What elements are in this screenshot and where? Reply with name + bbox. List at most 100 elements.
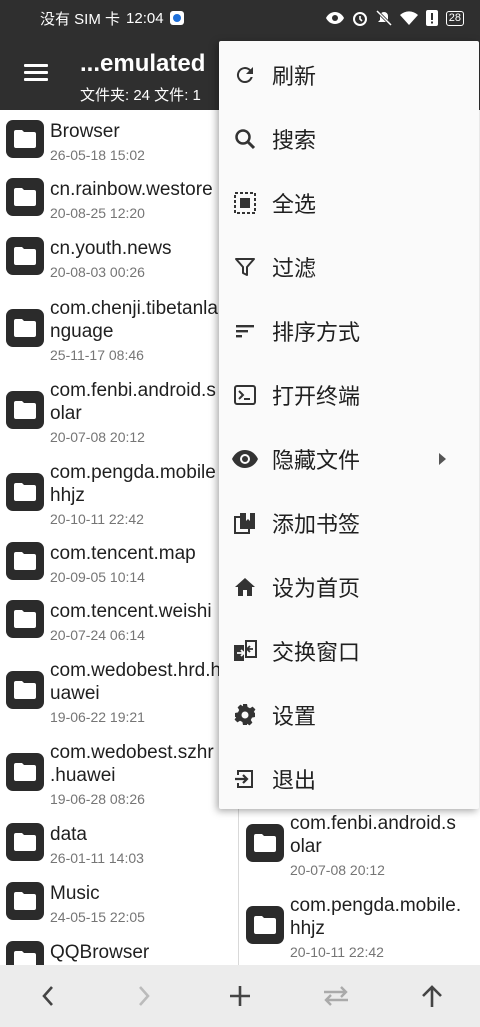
folder-icon (6, 542, 44, 580)
folder-count: 文件夹: 24 文件: 1 (80, 87, 201, 104)
menu-item-exit[interactable]: 退出 (219, 747, 479, 811)
menu-item-swap-window[interactable]: 交换窗口 (219, 619, 479, 683)
mute-status-icon (375, 10, 392, 26)
list-item[interactable]: QQBrowser (0, 941, 149, 965)
up-icon[interactable] (417, 981, 447, 1011)
menu-item-refresh[interactable]: 刷新 (219, 43, 479, 107)
file-date: 20-10-11 22:42 (290, 944, 384, 960)
menu-item-label: 全选 (272, 192, 317, 217)
right-file-pane[interactable]: com.fenbi.android.s olar 20-07-08 20:12 co… (240, 808, 480, 965)
gear-icon (231, 701, 259, 729)
folder-icon (6, 882, 44, 920)
menu-item-label: 隐藏文件 (272, 448, 361, 473)
add-icon[interactable] (225, 981, 255, 1011)
folder-icon (6, 120, 44, 158)
file-name: com.tencent.map (50, 543, 196, 564)
folder-icon (246, 824, 284, 862)
overflow-menu: 刷新 搜索 全选 过滤 排序方式 打开终端 隐藏文件 添加书签 设为首页 交换窗… (219, 41, 479, 809)
menu-item-bookmark[interactable]: 添加书签 (219, 491, 479, 555)
menu-item-filter[interactable]: 过滤 (219, 235, 479, 299)
app-notification-icon (169, 11, 184, 25)
list-item[interactable]: com.pengda.mobile. hhjz 20-10-11 22:42 (240, 894, 461, 962)
list-item[interactable]: com.wedobest.hrd.h uawei 19-06-22 19:21 (0, 659, 221, 727)
file-name-continued: uawei (50, 683, 100, 704)
alert-status-icon (425, 10, 438, 26)
list-item[interactable]: com.wedobest.szhr .huawei 19-06-28 08:26 (0, 741, 214, 809)
file-name-continued: hhjz (290, 918, 325, 939)
folder-icon (6, 671, 44, 709)
left-file-pane[interactable]: Browser 26-05-18 15:02 cn.rainbow.westore… (0, 110, 239, 965)
folder-icon (6, 823, 44, 861)
file-date: 20-07-24 06:14 (50, 627, 145, 643)
list-item[interactable]: cn.rainbow.westore 20-08-25 12:20 (0, 178, 213, 223)
file-name-continued: olar (50, 403, 82, 424)
file-date: 19-06-22 19:21 (50, 709, 145, 725)
menu-item-label: 添加书签 (272, 512, 361, 537)
menu-item-label: 刷新 (272, 64, 317, 89)
carrier-text: 没有 SIM 卡 (40, 10, 121, 28)
menu-item-set-home[interactable]: 设为首页 (219, 555, 479, 619)
menu-item-label: 交换窗口 (272, 640, 361, 665)
submenu-arrow-icon (439, 453, 446, 465)
forward-icon[interactable] (129, 981, 159, 1011)
menu-item-label: 退出 (272, 768, 317, 793)
list-item[interactable]: com.tencent.weishi 20-07-24 06:14 (0, 600, 212, 645)
file-name: data (50, 824, 87, 845)
file-name: com.tencent.weishi (50, 601, 212, 622)
menu-item-settings[interactable]: 设置 (219, 683, 479, 747)
alarm-status-icon (352, 12, 367, 26)
folder-icon (6, 309, 44, 347)
file-name: com.fenbi.android.s (290, 813, 456, 834)
file-name-continued: olar (290, 836, 322, 857)
status-bar: 没有 SIM 卡 12:04 28 (0, 0, 480, 36)
list-item[interactable]: com.fenbi.android.s olar 20-07-08 20:12 (240, 812, 456, 880)
file-date: 20-07-08 20:12 (290, 862, 385, 878)
list-item[interactable]: com.fenbi.android.s olar 20-07-08 20:12 (0, 379, 216, 447)
menu-item-search[interactable]: 搜索 (219, 107, 479, 171)
file-name: com.wedobest.hrd.h (50, 660, 222, 681)
eye-status-icon (325, 12, 344, 24)
home-icon (231, 573, 259, 601)
list-item[interactable]: data 26-01-11 14:03 (0, 823, 144, 868)
file-name: Music (50, 883, 100, 904)
swap-icon[interactable] (321, 981, 351, 1011)
list-item[interactable]: cn.youth.news 20-08-03 00:26 (0, 237, 171, 282)
select-all-icon (231, 189, 259, 217)
file-name-continued: nguage (50, 321, 114, 342)
menu-item-sort[interactable]: 排序方式 (219, 299, 479, 363)
file-date: 20-08-03 00:26 (50, 264, 145, 280)
file-name-continued: hhjz (50, 485, 85, 506)
menu-item-label: 设置 (272, 704, 317, 729)
list-item[interactable]: Music 24-05-15 22:05 (0, 882, 145, 927)
list-item[interactable]: Browser 26-05-18 15:02 (0, 120, 145, 165)
menu-item-label: 过滤 (272, 256, 317, 281)
menu-item-terminal[interactable]: 打开终端 (219, 363, 479, 427)
menu-item-label: 排序方式 (272, 320, 361, 345)
file-name-continued: .huawei (50, 765, 116, 786)
file-date: 26-01-11 14:03 (50, 850, 144, 866)
file-date: 20-09-05 10:14 (50, 569, 145, 585)
file-name: com.pengda.mobile (50, 462, 216, 483)
file-date: 26-05-18 15:02 (50, 147, 145, 163)
list-item[interactable]: com.pengda.mobile hhjz 20-10-11 22:42 (0, 461, 216, 529)
back-icon[interactable] (33, 981, 63, 1011)
list-item[interactable]: com.tencent.map 20-09-05 10:14 (0, 542, 196, 587)
exit-icon (231, 765, 259, 793)
menu-item-hidden-files[interactable]: 隐藏文件 (219, 427, 479, 491)
battery-indicator: 28 (445, 10, 464, 26)
menu-item-select-all[interactable]: 全选 (219, 171, 479, 235)
folder-icon (6, 237, 44, 275)
file-name: com.chenji.tibetanla (50, 298, 218, 319)
file-name: cn.youth.news (50, 238, 172, 259)
file-name: com.wedobest.szhr (50, 742, 214, 763)
list-item[interactable]: com.chenji.tibetanla nguage 25-11-17 08:46 (0, 297, 218, 365)
file-date: 25-11-17 08:46 (50, 347, 144, 363)
file-date: 19-06-28 08:26 (50, 791, 145, 807)
refresh-icon (231, 61, 259, 89)
file-name: com.pengda.mobile. (290, 895, 462, 916)
folder-icon (6, 600, 44, 638)
filter-icon (231, 253, 259, 281)
swap-window-icon (231, 637, 259, 665)
bottom-toolbar (0, 965, 480, 1027)
hamburger-menu-icon[interactable] (22, 58, 52, 88)
